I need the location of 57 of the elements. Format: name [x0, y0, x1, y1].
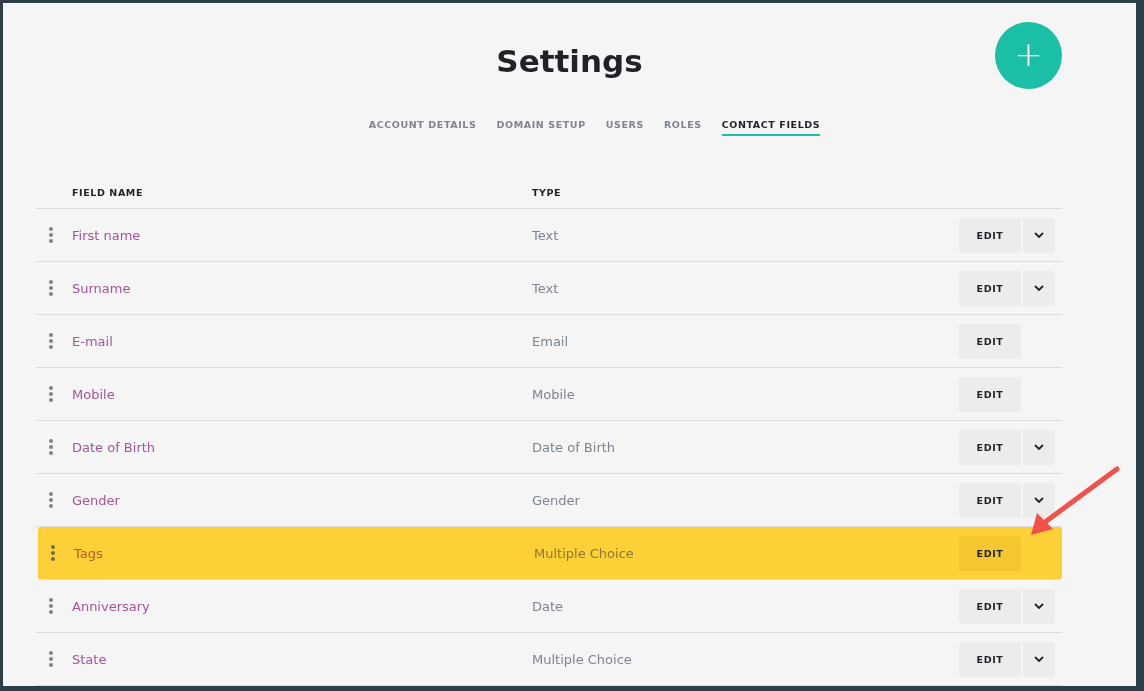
tab[interactable]: USERS [605, 113, 644, 136]
edit-button[interactable]: EDIT [959, 482, 1021, 518]
tab[interactable]: ACCOUNT DETAILS [368, 113, 477, 136]
field-name[interactable]: E-mail [72, 333, 532, 349]
dropdown-button[interactable] [1023, 588, 1055, 624]
drag-handle-icon[interactable] [49, 598, 53, 614]
drag-handle-icon[interactable] [49, 439, 53, 455]
dropdown-button[interactable] [1023, 482, 1055, 518]
field-name[interactable]: Surname [72, 280, 532, 296]
field-name[interactable]: Date of Birth [72, 439, 532, 455]
dropdown-button[interactable] [1023, 270, 1055, 306]
chevron-down-icon [1034, 285, 1044, 291]
field-type: Text [532, 227, 560, 243]
page-title: Settings [496, 42, 643, 79]
field-name[interactable]: Mobile [72, 386, 532, 402]
drag-handle-icon[interactable] [49, 651, 53, 667]
field-type: Mobile [532, 386, 576, 402]
column-header: TYPE [532, 186, 563, 198]
tab[interactable]: ROLES [663, 113, 702, 136]
add-button[interactable]: + [995, 22, 1062, 89]
edit-button[interactable]: EDIT [959, 429, 1021, 465]
field-type: Text [532, 280, 560, 296]
edit-button[interactable]: EDIT [959, 588, 1021, 624]
edit-button[interactable]: EDIT [959, 641, 1021, 677]
drag-handle-icon[interactable] [49, 333, 53, 349]
chevron-down-icon [1034, 497, 1044, 503]
drag-handle-icon[interactable] [51, 545, 55, 561]
chevron-down-icon [1034, 656, 1044, 662]
field-type: Multiple Choice [534, 545, 635, 561]
field-name[interactable]: First name [72, 227, 532, 243]
chevron-down-icon [1034, 603, 1044, 609]
tab[interactable]: CONTACT FIELDS [721, 113, 821, 136]
dropdown-button[interactable] [1023, 641, 1055, 677]
chevron-down-icon [1034, 444, 1044, 450]
column-header: FIELD NAME [72, 186, 144, 198]
dropdown-button[interactable] [1023, 429, 1055, 465]
field-type: Multiple Choice [532, 651, 633, 667]
edit-button[interactable]: EDIT [959, 376, 1021, 412]
field-name[interactable]: Tags [74, 545, 534, 561]
edit-button[interactable]: EDIT [959, 535, 1021, 571]
edit-button[interactable]: EDIT [959, 323, 1021, 359]
drag-handle-icon[interactable] [49, 492, 53, 508]
field-name[interactable]: State [72, 651, 532, 667]
drag-handle-icon[interactable] [49, 280, 53, 296]
edit-button[interactable]: EDIT [959, 270, 1021, 306]
chevron-down-icon [1034, 232, 1044, 238]
drag-handle-icon[interactable] [49, 386, 53, 402]
field-name[interactable]: Gender [72, 492, 532, 508]
drag-handle-icon[interactable] [49, 227, 53, 243]
edit-button[interactable]: EDIT [959, 217, 1021, 253]
field-type: Date of Birth [532, 439, 617, 455]
field-name[interactable]: Anniversary [72, 598, 532, 614]
field-type: Gender [532, 492, 581, 508]
field-type: Email [532, 333, 570, 349]
field-type: Date [532, 598, 565, 614]
dropdown-button[interactable] [1023, 217, 1055, 253]
tab[interactable]: DOMAIN SETUP [496, 113, 586, 136]
